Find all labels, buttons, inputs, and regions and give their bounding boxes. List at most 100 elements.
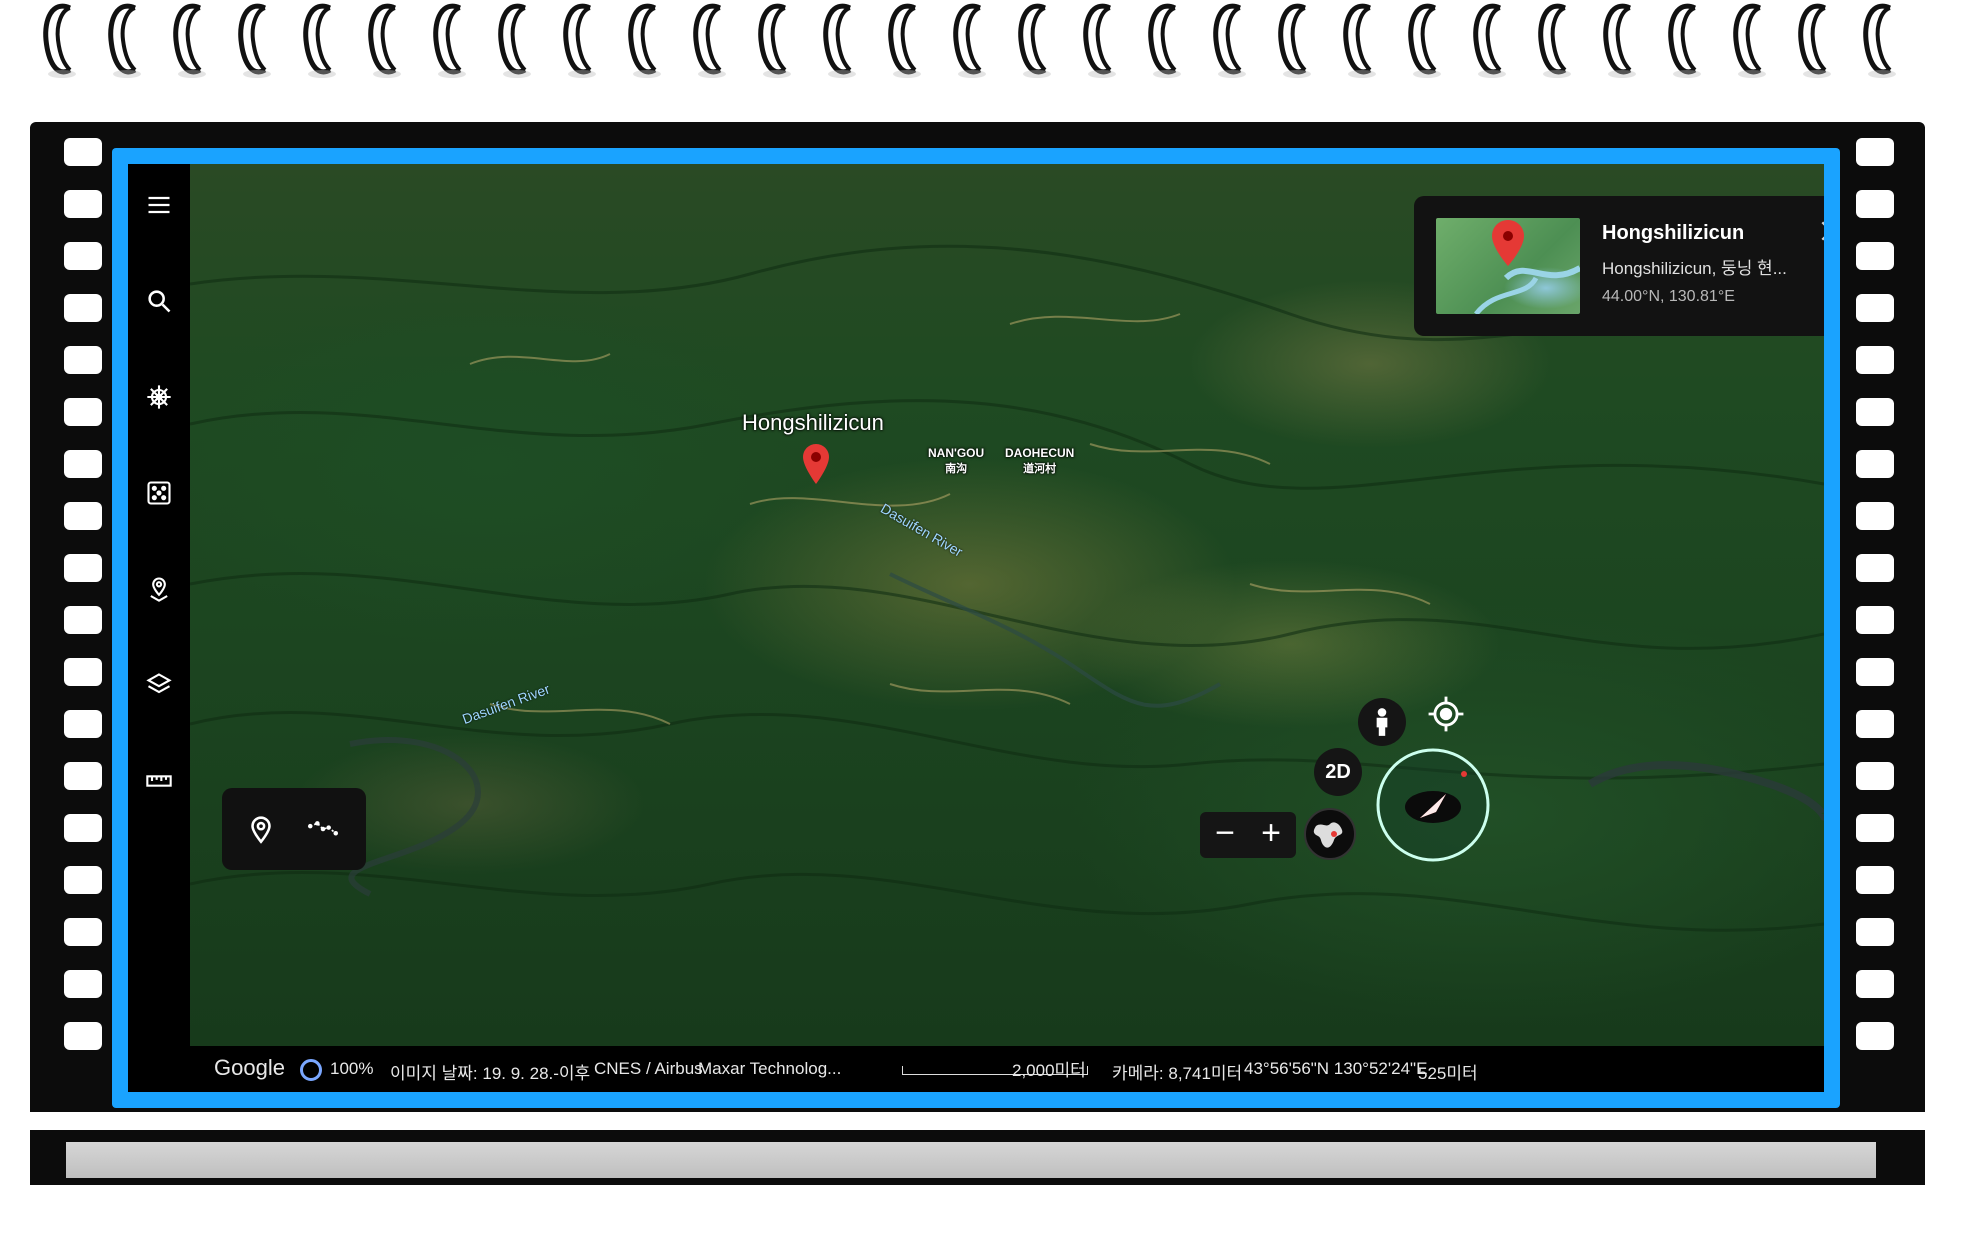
- film-perforation: [1856, 866, 1894, 894]
- film-perforations-right: [1856, 138, 1896, 1118]
- film-perforation: [64, 762, 102, 790]
- placemark-path-toolbar: [222, 788, 366, 870]
- film-perforation: [64, 970, 102, 998]
- card-coordinates: 44.00°N, 130.81°E: [1602, 288, 1735, 305]
- film-perforation: [64, 814, 102, 842]
- spiral-ring: [105, 0, 145, 80]
- scale-label: 2,000미터: [1012, 1061, 1086, 1080]
- spiral-binding: [40, 0, 1920, 90]
- spiral-ring: [1860, 0, 1900, 80]
- google-logo: Google: [214, 1055, 285, 1080]
- film-perforation: [1856, 762, 1894, 790]
- film-perforation: [1856, 346, 1894, 374]
- projects-pin-icon[interactable]: [140, 570, 178, 608]
- village-label-daohecun: DAOHECUN 道河村: [1005, 446, 1075, 475]
- spiral-ring: [1730, 0, 1770, 80]
- village-label-nangou: NAN'GOU 南沟: [928, 446, 985, 475]
- my-location-icon[interactable]: [1422, 690, 1470, 738]
- spiral-ring: [1535, 0, 1575, 80]
- spiral-ring: [1275, 0, 1315, 80]
- spiral-ring: [1015, 0, 1055, 80]
- zoom-in-button[interactable]: +: [1254, 816, 1288, 852]
- location-pin-icon[interactable]: [803, 444, 829, 484]
- compass-icon[interactable]: [1374, 746, 1492, 864]
- film-perforation: [1856, 1022, 1894, 1050]
- status-bar: Google 100% 이미지 날짜: 19. 9. 28.-이후 CNES /…: [190, 1046, 1824, 1092]
- film-perforation: [64, 190, 102, 218]
- elevation: 525미터: [1418, 1064, 1478, 1083]
- toggle-2d-button[interactable]: 2D: [1314, 748, 1362, 796]
- spiral-ring: [1340, 0, 1380, 80]
- zoom-controls: − +: [1200, 812, 1296, 858]
- left-toolbar: [128, 164, 190, 1092]
- street-view-pegman-icon[interactable]: [1358, 698, 1406, 746]
- place-label: Hongshilizicun: [742, 410, 884, 435]
- thumbnail-pin-icon: [1492, 220, 1524, 266]
- place-info-card[interactable]: Hongshilizicun Hongshilizicun, 둥닝 현... 4…: [1414, 196, 1824, 336]
- film-perforation: [64, 658, 102, 686]
- menu-icon[interactable]: [140, 186, 178, 224]
- film-perforation: [64, 710, 102, 738]
- film-perforation: [1856, 814, 1894, 842]
- card-title: Hongshilizicun: [1602, 222, 1745, 244]
- load-percent: 100%: [330, 1059, 374, 1078]
- spiral-ring: [40, 0, 80, 80]
- spiral-ring: [300, 0, 340, 80]
- voyager-ship-wheel-icon[interactable]: [140, 378, 178, 416]
- place-thumbnail[interactable]: [1436, 218, 1580, 314]
- spiral-ring: [1600, 0, 1640, 80]
- film-perforation: [64, 138, 102, 166]
- film-perforation: [64, 606, 102, 634]
- spiral-ring: [755, 0, 795, 80]
- measure-ruler-icon[interactable]: [140, 762, 178, 800]
- add-placemark-icon[interactable]: [244, 812, 278, 846]
- camera-altitude: 카메라: 8,741미터: [1112, 1064, 1243, 1083]
- film-perforation: [64, 866, 102, 894]
- film-perforations-left: [64, 138, 104, 1118]
- film-perforation: [1856, 138, 1894, 166]
- globe-view-icon[interactable]: [1302, 806, 1358, 862]
- spiral-ring: [1405, 0, 1445, 80]
- satellite-map[interactable]: Hongshilizicun NAN'GOU 南沟 DAOHECUN 道河村 D…: [190, 164, 1824, 1046]
- film-perforation: [64, 346, 102, 374]
- spiral-ring: [1210, 0, 1250, 80]
- film-perforation: [64, 398, 102, 426]
- spiral-ring: [365, 0, 405, 80]
- spiral-ring: [1145, 0, 1185, 80]
- film-perforation: [64, 502, 102, 530]
- film-perforation: [64, 242, 102, 270]
- film-perforation: [1856, 710, 1894, 738]
- earth-app-window: Hongshilizicun NAN'GOU 南沟 DAOHECUN 道河村 D…: [128, 164, 1824, 1092]
- film-perforation: [1856, 658, 1894, 686]
- film-perforation: [1856, 918, 1894, 946]
- loading-ring-icon: [300, 1059, 322, 1081]
- close-icon[interactable]: [1818, 218, 1824, 244]
- film-perforation: [1856, 398, 1894, 426]
- feeling-lucky-dice-icon[interactable]: [140, 474, 178, 512]
- film-perforation: [64, 918, 102, 946]
- film-perforation: [1856, 190, 1894, 218]
- draw-path-icon[interactable]: [306, 812, 340, 846]
- spiral-ring: [820, 0, 860, 80]
- spiral-ring: [885, 0, 925, 80]
- film-perforation: [64, 450, 102, 478]
- attribution-maxar[interactable]: Maxar Technolog...: [698, 1059, 841, 1079]
- spiral-ring: [560, 0, 600, 80]
- spiral-ring: [1470, 0, 1510, 80]
- film-perforation: [1856, 502, 1894, 530]
- map-style-layers-icon[interactable]: [140, 666, 178, 704]
- search-icon[interactable]: [140, 282, 178, 320]
- film-perforation: [1856, 970, 1894, 998]
- film-perforation: [1856, 450, 1894, 478]
- spiral-ring: [1795, 0, 1835, 80]
- film-perforation: [1856, 294, 1894, 322]
- attribution-cnes[interactable]: CNES / Airbus: [594, 1059, 703, 1079]
- card-subtitle: Hongshilizicun, 둥닝 현...: [1602, 259, 1787, 278]
- spiral-ring: [625, 0, 665, 80]
- film-perforation: [1856, 242, 1894, 270]
- spiral-ring: [495, 0, 535, 80]
- image-date[interactable]: 이미지 날짜: 19. 9. 28.-이후: [390, 1059, 590, 1084]
- film-perforation: [1856, 606, 1894, 634]
- film-perforation: [64, 554, 102, 582]
- zoom-out-button[interactable]: −: [1208, 816, 1242, 852]
